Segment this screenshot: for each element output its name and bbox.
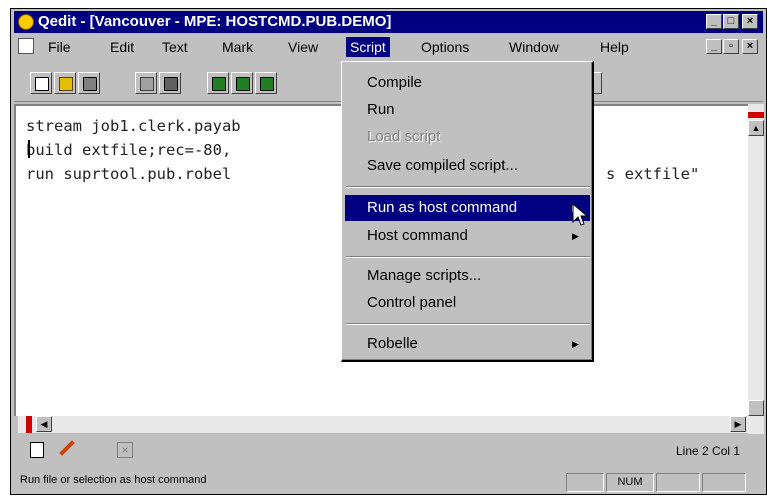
menu-separator xyxy=(346,186,590,188)
horizontal-scrollbar[interactable] xyxy=(18,416,748,433)
child-minimize-icon[interactable]: _ xyxy=(706,39,722,54)
menu-edit[interactable]: Edit xyxy=(106,37,138,57)
window-title: Qedit - [Vancouver - MPE: HOSTCMD.PUB.DE… xyxy=(38,13,392,30)
menu-view[interactable]: View xyxy=(284,37,322,57)
new-file-button[interactable] xyxy=(30,72,52,94)
line-column-indicator: Line 2 Col 1 xyxy=(676,444,741,458)
status-panel-3 xyxy=(656,473,700,492)
close-icon[interactable]: × xyxy=(742,14,758,29)
menu-options[interactable]: Options xyxy=(417,37,473,57)
save-file-button[interactable] xyxy=(78,72,100,94)
menu-mark[interactable]: Mark xyxy=(218,37,257,57)
code-line-3[interactable]: run suprtool.pub.robel xyxy=(26,162,231,186)
submenu-arrow-icon: ▶ xyxy=(572,231,579,241)
print-button[interactable] xyxy=(159,72,181,94)
copy-button[interactable] xyxy=(135,72,157,94)
tool1-icon xyxy=(212,77,226,91)
vertical-scrollbar[interactable] xyxy=(748,104,764,434)
minimize-icon[interactable]: _ xyxy=(706,14,722,29)
submenu-arrow-icon: ▶ xyxy=(572,339,579,349)
menu-separator xyxy=(346,323,590,325)
qedit-app-icon[interactable] xyxy=(18,14,34,30)
code-line-3-tail[interactable]: s extfile" xyxy=(606,162,699,186)
tool3-icon xyxy=(260,77,274,91)
code-line-1[interactable]: stream job1.clerk.payab xyxy=(26,114,241,138)
code-line-2[interactable]: build extfile;rec=-80, xyxy=(26,138,231,162)
menu-item-load-script[interactable]: Load script xyxy=(345,124,590,150)
menu-window[interactable]: Window xyxy=(505,37,563,57)
open-icon xyxy=(59,77,73,91)
maximize-icon[interactable]: □ xyxy=(723,14,739,29)
status-text: Run file or selection as host command xyxy=(20,474,207,486)
scroll-up-icon[interactable]: ▲ xyxy=(748,120,764,136)
status-panel-1 xyxy=(566,473,604,492)
tool2-button[interactable] xyxy=(231,72,253,94)
num-lock-indicator: NUM xyxy=(606,473,654,492)
split-marker xyxy=(748,112,764,118)
cancel-icon[interactable]: × xyxy=(117,442,133,458)
copy-icon xyxy=(140,77,154,91)
menu-item-control-panel[interactable]: Control panel xyxy=(345,290,590,316)
menu-item-manage-scripts[interactable]: Manage scripts... xyxy=(345,263,590,289)
document-icon[interactable] xyxy=(18,38,34,54)
new-icon xyxy=(35,77,49,91)
menu-separator xyxy=(346,256,590,258)
scroll-left-icon[interactable]: ◀ xyxy=(36,416,52,432)
scroll-right-icon[interactable]: ▶ xyxy=(730,416,746,432)
tool3-button[interactable] xyxy=(255,72,277,94)
hsplit-marker xyxy=(26,416,32,433)
tool2-icon xyxy=(236,77,250,91)
tool1-button[interactable] xyxy=(207,72,229,94)
menu-item-run-as-host-command[interactable]: Run as host command xyxy=(345,195,590,221)
menu-item-host-command[interactable]: Host command xyxy=(345,223,590,249)
menu-item-run[interactable]: Run xyxy=(345,97,590,123)
text-cursor xyxy=(28,140,30,158)
mouse-pointer-icon xyxy=(572,203,589,226)
save-icon xyxy=(83,77,97,91)
menu-item-save-compiled-script[interactable]: Save compiled script... xyxy=(345,153,590,179)
print-icon xyxy=(164,77,178,91)
child-close-icon[interactable]: × xyxy=(742,39,758,54)
child-restore-icon[interactable]: ▫ xyxy=(723,39,739,54)
scroll-thumb[interactable] xyxy=(748,400,764,416)
menu-item-robelle[interactable]: Robelle xyxy=(345,331,590,357)
open-file-button[interactable] xyxy=(54,72,76,94)
clipboard-icon[interactable] xyxy=(30,442,44,458)
menu-item-compile[interactable]: Compile xyxy=(345,70,590,96)
menu-file[interactable]: File xyxy=(44,37,75,57)
menu-help[interactable]: Help xyxy=(596,37,633,57)
status-panel-4 xyxy=(702,473,746,492)
menu-script[interactable]: Script xyxy=(346,37,390,57)
menu-text[interactable]: Text xyxy=(158,37,192,57)
